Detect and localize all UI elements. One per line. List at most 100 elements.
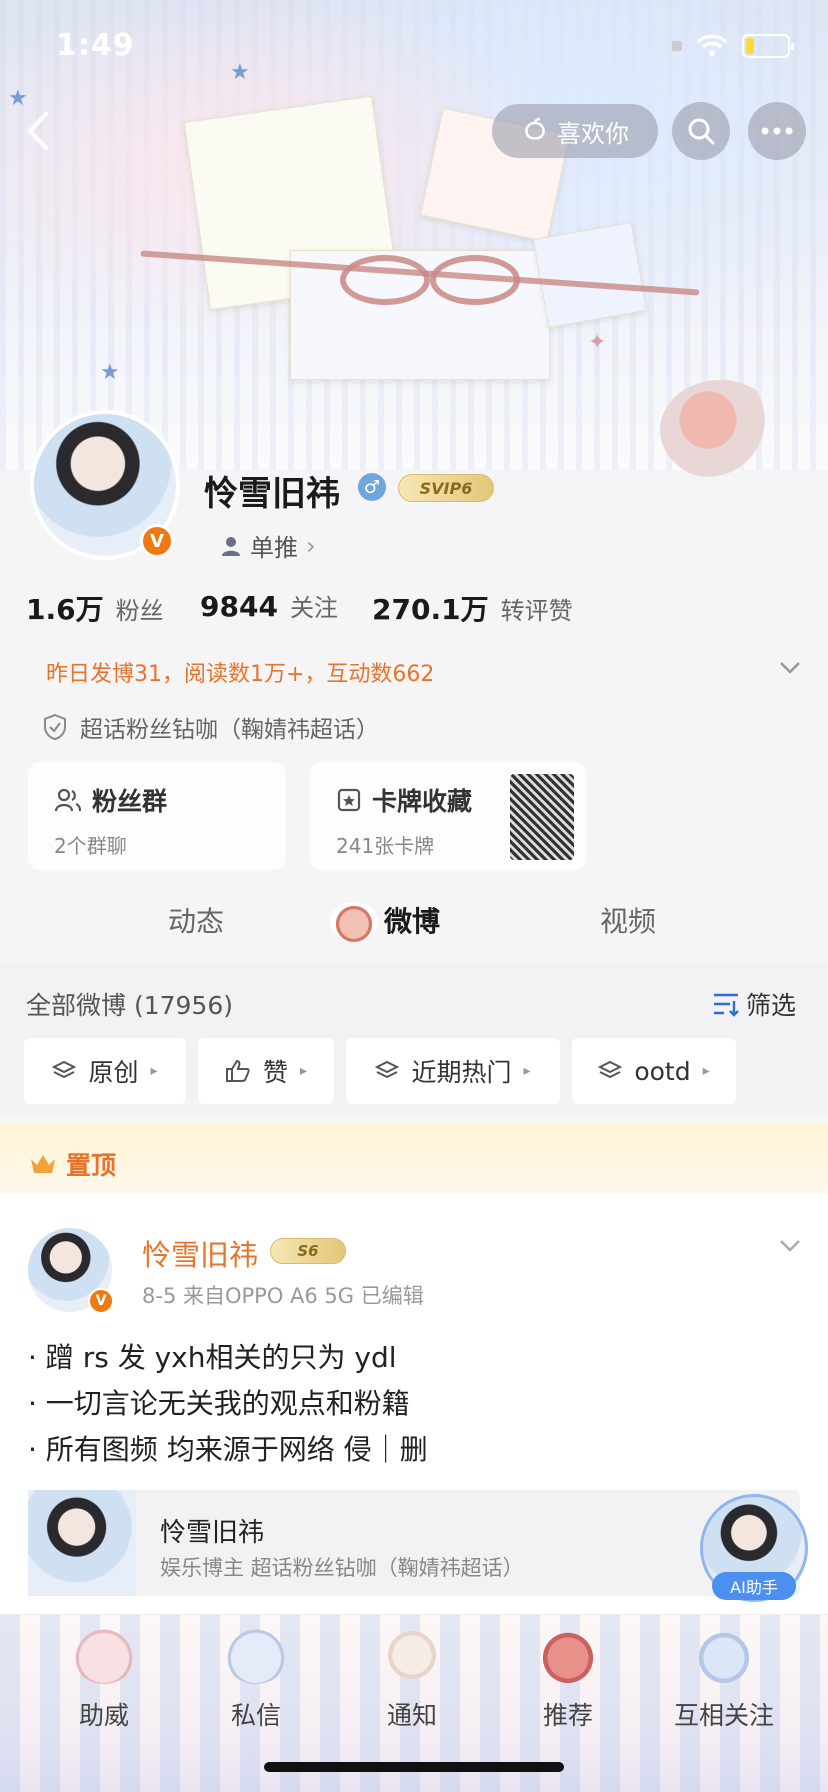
pinned-header (0, 1124, 828, 1194)
card-title: 粉丝群 (92, 787, 168, 816)
layers-icon (52, 1060, 77, 1079)
caret-right-icon: ▸ (702, 1063, 710, 1079)
bottom-label: 推荐 (542, 1701, 593, 1730)
chip-label: 赞 (262, 1058, 288, 1087)
stat-label: 粉丝 (115, 597, 164, 625)
cupcake-icon (380, 1626, 444, 1684)
bottom-item-notifications[interactable]: 通知 (352, 1626, 472, 1732)
post-meta: 8-5 来自OPPO A6 5G 已编辑 (142, 1284, 424, 1308)
author-card-name: 怜雪旧祎 (160, 1518, 265, 1548)
chevron-down-icon (780, 1240, 800, 1252)
chevron-down-icon (780, 662, 800, 674)
stan-label: 单推 (250, 534, 298, 562)
profile-banner: ★ ★ ★ ✦ (0, 0, 828, 480)
wifi-icon (696, 34, 728, 56)
star-icon: ★ (100, 360, 120, 385)
author-card-avatar (28, 1490, 136, 1596)
filter-label: 筛选 (746, 991, 797, 1020)
ai-assistant-label: AI助手 (712, 1572, 796, 1600)
chip-label: 原创 (88, 1058, 139, 1087)
svip-badge[interactable]: SVIP6 (398, 474, 494, 502)
pinned-label: 置顶 (28, 1146, 116, 1182)
chevron-right-icon: › (306, 531, 316, 560)
tab-dynamic[interactable]: 动态 (168, 900, 224, 940)
filter-icon (714, 993, 739, 1017)
expand-button[interactable] (778, 660, 802, 680)
status-icons (672, 34, 794, 58)
banner-bow-left (340, 255, 430, 305)
star-icon: ✦ (588, 330, 607, 355)
level-badge: S6 (270, 1238, 346, 1264)
peach-icon (525, 117, 545, 140)
verified-badge: V (88, 1288, 114, 1314)
stat-value: 1.6万 (26, 593, 104, 626)
stat-followers[interactable]: 1.6万 粉丝 (26, 588, 164, 628)
stat-value: 270.1万 (372, 593, 489, 626)
peach-tab-icon (330, 902, 378, 942)
stan-link[interactable]: 单推 › (220, 528, 316, 563)
bottom-label: 私信 (230, 1701, 281, 1730)
banner-sticker (532, 222, 648, 328)
shield-icon (44, 713, 66, 741)
verified-badge: V (140, 524, 174, 558)
layers-icon (375, 1060, 400, 1079)
status-time: 1:49 (56, 28, 135, 63)
bottom-item-cheer[interactable]: 助威 (44, 1626, 164, 1732)
chip-label: 近期热门 (411, 1058, 512, 1087)
back-icon (28, 112, 48, 150)
chip-liked[interactable]: 赞 ▸ (198, 1038, 334, 1104)
card-subtitle: 2个群聊 (54, 834, 127, 858)
bottom-label: 通知 (386, 1701, 437, 1730)
post-author[interactable]: 怜雪旧祎 (142, 1232, 258, 1274)
bottom-item-mutual-follow[interactable]: 互相关注 (664, 1626, 784, 1732)
post-text-line: · 一切言论无关我的观点和粉籍 (28, 1387, 410, 1420)
search-icon (688, 118, 715, 145)
card-thumbnail (508, 772, 576, 862)
bottom-item-recommend[interactable]: 推荐 (508, 1626, 628, 1732)
stat-following[interactable]: 9844 关注 (200, 588, 338, 623)
like-you-label: 喜欢你 (557, 119, 629, 148)
profile-tabs: 动态 微博 视频 (0, 878, 828, 966)
person-icon (222, 536, 240, 556)
stat-label: 转评赞 (500, 597, 573, 625)
chip-ootd[interactable]: ootd ▸ (572, 1038, 736, 1104)
bear-icon (692, 1626, 756, 1684)
like-you-button[interactable]: 喜欢你 (492, 104, 658, 158)
heart-bow-icon (72, 1626, 136, 1684)
caret-right-icon: ▸ (299, 1063, 308, 1079)
tab-video[interactable]: 视频 (600, 900, 656, 940)
author-card-desc: 娱乐博主 超话粉丝钻咖（鞠婧祎超话） (160, 1556, 524, 1580)
caret-right-icon: ▸ (150, 1063, 158, 1079)
supertopic-label: 超话粉丝钻咖（鞠婧祎超话） (80, 717, 379, 743)
profile-name: 怜雪旧祎 (204, 474, 340, 514)
group-icon (54, 788, 82, 812)
post-text-line: · 蹭 rs 发 yxh相关的只为 ydl (28, 1341, 397, 1374)
activity-summary: 昨日发博31，阅读数1万+，互动数662 (46, 662, 435, 687)
chip-recent-hot[interactable]: 近期热门 ▸ (346, 1038, 560, 1104)
chip-label: ootd (634, 1056, 691, 1086)
post-text-line: · 所有图频 均来源于网络 侵｜删 (28, 1433, 428, 1466)
bottom-item-messages[interactable]: 私信 (196, 1626, 316, 1732)
post-menu-button[interactable] (778, 1238, 802, 1258)
apple-icon (536, 1626, 600, 1684)
fan-group-card[interactable]: 粉丝群 2个群聊 (28, 762, 286, 870)
card-title: 卡牌收藏 (372, 787, 473, 816)
tab-weibo[interactable]: 微博 (384, 900, 440, 940)
crown-icon (31, 1155, 55, 1173)
search-button[interactable] (672, 102, 730, 160)
back-button[interactable] (18, 106, 58, 156)
stat-interactions[interactable]: 270.1万 转评赞 (372, 588, 573, 628)
filter-button[interactable]: 筛选 (712, 986, 796, 1022)
chip-original[interactable]: 原创 ▸ (24, 1038, 186, 1104)
supertopic-badge[interactable]: 超话粉丝钻咖（鞠婧祎超话） (42, 710, 379, 744)
more-button[interactable] (748, 102, 806, 160)
all-weibo-count: 全部微博 (17956) (26, 991, 233, 1020)
bottom-label: 互相关注 (673, 1701, 774, 1730)
bottom-label: 助威 (78, 1701, 129, 1730)
pinned-text: 置顶 (66, 1151, 117, 1180)
heart-cup-icon (224, 1626, 288, 1684)
stat-label: 关注 (289, 594, 338, 622)
star-icon: ★ (230, 60, 250, 85)
thumbs-up-icon (225, 1059, 250, 1082)
home-indicator[interactable] (264, 1762, 564, 1772)
